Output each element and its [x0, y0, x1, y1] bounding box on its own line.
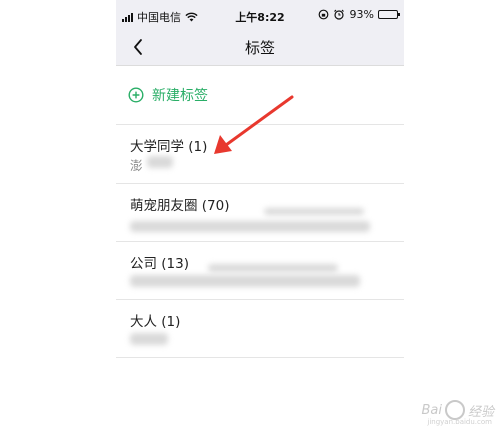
tag-item-adults[interactable]: 大人 (1) [116, 300, 404, 358]
blurred-name [208, 264, 338, 272]
status-right: 93% [318, 8, 400, 21]
alarm-icon [333, 9, 344, 20]
tag-name: 公司 (13) [130, 256, 190, 272]
watermark-brand: Bai [421, 402, 442, 418]
blurred-name [130, 221, 370, 232]
page-title: 标签 [244, 39, 275, 57]
status-bar: 中国电信 上午8:22 93% [116, 0, 404, 30]
new-tag-label: 新建标签 [152, 88, 208, 104]
tag-name: 大学同学 (1) [130, 139, 208, 155]
rotation-lock-icon [318, 9, 328, 20]
blurred-name [264, 208, 364, 215]
blurred-name [130, 333, 168, 345]
paw-icon [444, 400, 465, 420]
tag-item-company[interactable]: 公司 (13) [116, 242, 404, 300]
tag-name: 萌宠朋友圈 (70) [130, 198, 230, 214]
watermark: Bai 经验 [421, 400, 494, 420]
tag-members: 澎 [130, 158, 143, 173]
watermark-suffix: 经验 [467, 404, 494, 420]
plus-circle-icon [128, 87, 144, 103]
phone-screen: 中国电信 上午8:22 93% 标签 新建标签 大学同学 (1) 澎 萌宠朋友圈… [116, 0, 404, 426]
battery-percent: 93% [349, 8, 374, 21]
nav-bar: 标签 [116, 30, 404, 66]
tag-item-university-classmates[interactable]: 大学同学 (1) 澎 [116, 125, 404, 183]
blurred-name [147, 156, 173, 168]
tag-name: 大人 (1) [130, 314, 181, 330]
blurred-name [130, 275, 360, 287]
divider [116, 357, 404, 358]
watermark-url: jingyan.baidu.com [427, 418, 492, 426]
battery-icon [378, 10, 400, 19]
new-tag-button[interactable]: 新建标签 [128, 85, 208, 105]
tag-item-pet-friends[interactable]: 萌宠朋友圈 (70) [116, 184, 404, 242]
